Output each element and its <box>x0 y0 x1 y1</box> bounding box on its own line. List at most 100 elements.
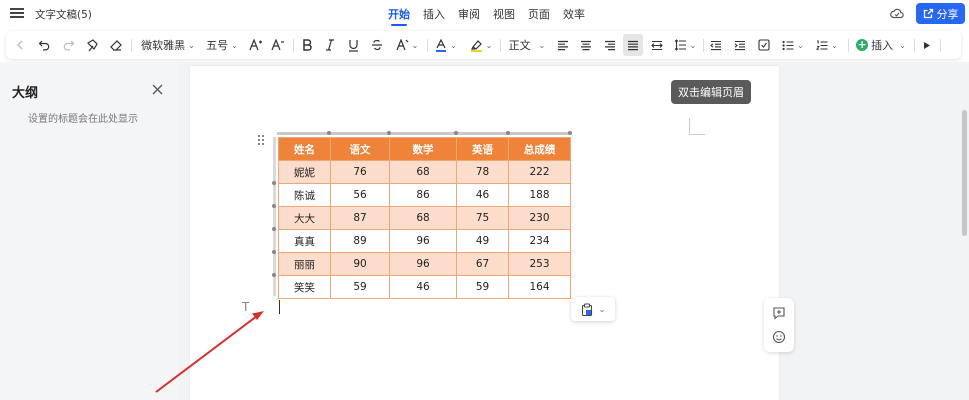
table-cell[interactable]: 陈诚 <box>278 183 331 207</box>
align-center-icon[interactable] <box>578 31 594 59</box>
table-cell[interactable]: 164 <box>508 275 571 299</box>
table-cell[interactable]: 86 <box>389 183 457 207</box>
table-cell[interactable]: 68 <box>389 206 457 230</box>
chevron-down-icon: ⌄ <box>538 40 546 50</box>
strikethrough-icon[interactable] <box>368 31 386 59</box>
row-resize-handle[interactable] <box>272 204 276 208</box>
share-icon <box>923 8 933 19</box>
table-cell[interactable]: 妮妮 <box>278 160 331 184</box>
table-cell[interactable]: 87 <box>330 206 390 230</box>
table-cell[interactable]: 46 <box>456 183 509 207</box>
emoji-icon[interactable] <box>772 330 786 344</box>
header-cell[interactable]: 总成绩 <box>508 137 571 161</box>
plus-icon: + <box>856 38 869 51</box>
row-resize-handle[interactable] <box>272 227 276 231</box>
close-icon[interactable] <box>152 84 163 95</box>
numbered-list-icon[interactable]: ⌄ <box>813 31 841 59</box>
bullet-list-icon[interactable]: ⌄ <box>779 31 807 59</box>
vertical-scrollbar[interactable] <box>962 110 967 236</box>
header-cell[interactable]: 数学 <box>389 137 457 161</box>
tab-review[interactable]: 审阅 <box>458 6 480 26</box>
line-spacing-icon[interactable]: ⌄ <box>671 31 699 59</box>
table-cell[interactable]: 78 <box>456 160 509 184</box>
font-size-select[interactable]: 五号 ⌄ <box>202 31 242 59</box>
justify-icon[interactable] <box>623 34 643 56</box>
italic-icon[interactable] <box>321 31 339 59</box>
chevron-down-icon: ⌄ <box>231 40 238 50</box>
insert-button[interactable]: + 插入 ⌄ <box>854 31 908 59</box>
column-resize-handle[interactable] <box>568 131 572 135</box>
table-cell[interactable]: 188 <box>508 183 571 207</box>
format-painter-icon[interactable] <box>83 31 101 59</box>
table-cell[interactable]: 75 <box>456 206 509 230</box>
table-cell[interactable]: 59 <box>456 275 509 299</box>
align-left-icon[interactable] <box>555 31 571 59</box>
outline-hint: 设置的标题会在此处显示 <box>28 114 138 125</box>
score-table[interactable]: 姓名 语文 数学 英语 总成绩 妮妮 76 68 78 222 陈诚 56 86… <box>278 137 571 299</box>
column-resize-handle[interactable] <box>327 131 331 135</box>
header-cell[interactable]: 语文 <box>330 137 390 161</box>
tab-view[interactable]: 视图 <box>493 6 515 26</box>
table-cell[interactable]: 89 <box>330 229 390 253</box>
tab-insert[interactable]: 插入 <box>423 6 445 26</box>
back-icon[interactable] <box>12 31 28 59</box>
table-cell[interactable]: 90 <box>330 252 390 276</box>
table-cell[interactable]: 56 <box>330 183 390 207</box>
share-button[interactable]: 分享 <box>916 3 965 24</box>
indent-increase-icon[interactable] <box>732 31 748 59</box>
paste-options-button[interactable]: ⌄ <box>571 297 615 321</box>
add-comment-icon[interactable] <box>772 306 786 320</box>
cloud-sync-icon[interactable] <box>890 7 904 19</box>
align-right-icon[interactable] <box>602 31 618 59</box>
tab-page[interactable]: 页面 <box>528 6 550 26</box>
highlight-icon[interactable]: ⌄ <box>466 31 496 59</box>
paragraph-style-select[interactable]: 正文 ⌄ <box>506 31 548 59</box>
table-cell[interactable]: 253 <box>508 252 571 276</box>
font-decrease-icon[interactable] <box>269 31 287 59</box>
font-increase-icon[interactable] <box>247 31 265 59</box>
header-cell[interactable]: 英语 <box>456 137 509 161</box>
distributed-icon[interactable] <box>649 31 665 59</box>
table-cell[interactable]: 96 <box>389 229 457 253</box>
column-resize-handle[interactable] <box>454 131 458 135</box>
tab-start[interactable]: 开始 <box>388 6 410 26</box>
tab-efficiency[interactable]: 效率 <box>563 6 585 26</box>
table-cell[interactable]: 96 <box>389 252 457 276</box>
bold-icon[interactable] <box>298 31 316 59</box>
document-title: 文字文稿(5) <box>35 9 92 21</box>
table-cell[interactable]: 真真 <box>278 229 331 253</box>
hamburger-menu-icon[interactable] <box>10 6 24 20</box>
table-cell[interactable]: 67 <box>456 252 509 276</box>
row-resize-handle[interactable] <box>272 273 276 277</box>
chevron-down-icon: ⌄ <box>797 40 804 50</box>
table-cell[interactable]: 234 <box>508 229 571 253</box>
play-icon[interactable] <box>919 31 935 59</box>
column-resize-handle[interactable] <box>387 131 391 135</box>
column-resize-handle[interactable] <box>506 131 510 135</box>
floating-action-panel <box>764 298 794 352</box>
table-column-selector-bar[interactable] <box>277 132 571 135</box>
table-cell[interactable]: 222 <box>508 160 571 184</box>
table-cell[interactable]: 68 <box>389 160 457 184</box>
table-cell[interactable]: 46 <box>389 275 457 299</box>
eraser-icon[interactable] <box>107 31 125 59</box>
font-color-icon[interactable]: ⌄ <box>431 31 461 59</box>
table-cell[interactable]: 49 <box>456 229 509 253</box>
table-cell[interactable]: 大大 <box>278 206 331 230</box>
undo-icon[interactable] <box>35 31 53 59</box>
text-effect-icon[interactable]: ⌄ <box>392 31 422 59</box>
table-cell[interactable]: 59 <box>330 275 390 299</box>
header-cell[interactable]: 姓名 <box>278 137 331 161</box>
row-resize-handle[interactable] <box>272 250 276 254</box>
indent-decrease-icon[interactable] <box>708 31 724 59</box>
underline-icon[interactable] <box>344 31 362 59</box>
redo-icon[interactable] <box>59 31 77 59</box>
row-resize-handle[interactable] <box>272 181 276 185</box>
font-name-select[interactable]: 微软雅黑 ⌄ <box>139 31 197 59</box>
table-drag-handle-icon[interactable] <box>257 134 265 146</box>
table-cell[interactable]: 丽丽 <box>278 252 331 276</box>
table-cell[interactable]: 76 <box>330 160 390 184</box>
table-cell[interactable]: 230 <box>508 206 571 230</box>
table-cell[interactable]: 笑笑 <box>278 275 331 299</box>
checkbox-icon[interactable] <box>756 31 772 59</box>
